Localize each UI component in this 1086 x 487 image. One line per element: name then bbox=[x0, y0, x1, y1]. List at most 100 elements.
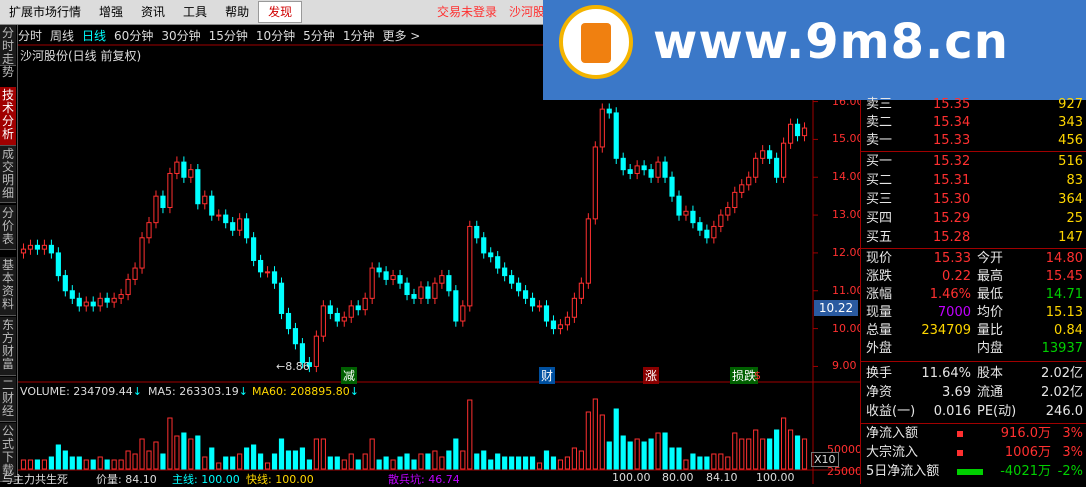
menu-item-help[interactable]: 帮助 bbox=[216, 0, 258, 24]
buy-3-row[interactable]: 买三 15.30 364 bbox=[861, 191, 1086, 209]
volume-bar bbox=[160, 453, 166, 470]
price-axis-label: 12.00 bbox=[832, 245, 864, 259]
volume-bar bbox=[97, 456, 103, 470]
side-tab-price-table[interactable]: 分价表 bbox=[0, 205, 16, 250]
period-5min[interactable]: 5分钟 bbox=[303, 27, 335, 44]
marker-finance[interactable]: 财 bbox=[539, 367, 556, 384]
period-weekly[interactable]: 周线 bbox=[50, 27, 74, 44]
candle bbox=[41, 244, 47, 250]
fund-row-turnover: 换手 11.64% 股本 2.02亿 bbox=[866, 366, 1083, 381]
sell-2-row[interactable]: 卖二 15.34 343 bbox=[861, 114, 1086, 132]
candle bbox=[355, 305, 361, 311]
candle bbox=[746, 176, 752, 186]
side-tab-eastmoney[interactable]: 东方财富 bbox=[0, 317, 16, 376]
marker-rise[interactable]: 涨 bbox=[643, 367, 660, 384]
period-60min[interactable]: 60分钟 bbox=[114, 27, 153, 44]
volume-bar bbox=[271, 453, 278, 470]
marker-reduce[interactable]: 减 bbox=[341, 367, 358, 384]
volume-bar bbox=[725, 456, 731, 470]
candle bbox=[446, 275, 452, 292]
sell-3-row[interactable]: 卖三 15.35 927 bbox=[861, 96, 1086, 114]
candle bbox=[509, 275, 515, 284]
volume-bar bbox=[613, 408, 619, 470]
candle bbox=[697, 222, 703, 231]
volume-bar bbox=[794, 435, 801, 470]
candle bbox=[453, 290, 459, 322]
candle bbox=[292, 328, 299, 345]
candle bbox=[376, 267, 382, 273]
volume-bar bbox=[348, 453, 354, 470]
candle bbox=[787, 123, 794, 144]
menu-item-extended-market[interactable]: 扩展市场行情 bbox=[0, 0, 90, 24]
candle bbox=[55, 252, 61, 277]
period-30min[interactable]: 30分钟 bbox=[161, 27, 200, 44]
candle bbox=[411, 294, 417, 299]
candle bbox=[536, 305, 543, 308]
flow-row-5day: 5日净流入额 -4021万 -2% bbox=[866, 464, 1083, 479]
menu-item-news[interactable]: 资讯 bbox=[132, 0, 174, 24]
candle bbox=[460, 305, 466, 322]
buy-4-row[interactable]: 买四 15.29 25 bbox=[861, 210, 1086, 228]
volume-bar bbox=[27, 459, 34, 470]
side-tab-intraday[interactable]: 分时走势 bbox=[0, 25, 16, 79]
volume-bar bbox=[111, 459, 117, 470]
buy-1-row[interactable]: 买一 15.32 516 bbox=[861, 153, 1086, 171]
volume-bar bbox=[251, 444, 257, 470]
candle bbox=[285, 312, 292, 330]
volume-bar bbox=[327, 456, 333, 470]
volume-bar bbox=[139, 438, 145, 470]
volume-bar bbox=[592, 398, 598, 470]
side-tab-technical[interactable]: 技术分析 bbox=[0, 87, 16, 146]
indicator-main: 主线: 100.00 bbox=[172, 473, 240, 486]
volume-bar bbox=[599, 414, 605, 470]
candle bbox=[118, 294, 124, 299]
kline-chart[interactable] bbox=[18, 44, 860, 484]
volume-bar bbox=[495, 453, 501, 470]
volume-bar bbox=[739, 438, 745, 470]
volume-bar bbox=[634, 438, 640, 470]
candle bbox=[209, 195, 215, 216]
volume-bar bbox=[774, 429, 780, 470]
volume-bar bbox=[411, 459, 417, 470]
indicator-price: 价量: 84.10 bbox=[96, 473, 157, 486]
volume-bar bbox=[690, 453, 696, 470]
candle bbox=[529, 297, 536, 307]
menu-item-discover[interactable]: 发现 bbox=[258, 1, 303, 23]
menu-item-enhance[interactable]: 增强 bbox=[90, 0, 132, 24]
volume-bar bbox=[683, 459, 689, 470]
marker-dollar[interactable]: $ bbox=[754, 369, 761, 382]
volume-bar bbox=[376, 459, 382, 470]
volume-bar bbox=[48, 456, 54, 470]
candle bbox=[251, 237, 257, 261]
side-tab-trades[interactable]: 成交明细 bbox=[0, 146, 16, 203]
candle bbox=[278, 282, 285, 314]
candle bbox=[599, 108, 605, 148]
candle bbox=[244, 218, 250, 239]
period-10min[interactable]: 10分钟 bbox=[256, 27, 295, 44]
candle bbox=[20, 248, 27, 254]
indicator-tail-1: 100.00 bbox=[612, 471, 651, 484]
side-tab-finance[interactable]: 二财经 bbox=[0, 377, 16, 422]
period-more[interactable]: 更多 > bbox=[382, 27, 420, 44]
volume-bar bbox=[20, 459, 27, 470]
period-daily[interactable]: 日线 bbox=[82, 27, 106, 44]
candle bbox=[383, 271, 389, 280]
period-15min[interactable]: 15分钟 bbox=[209, 27, 248, 44]
volume-bar bbox=[509, 456, 515, 470]
candle bbox=[216, 214, 222, 217]
volume-value: VOLUME: 234709.44↓ bbox=[20, 385, 142, 398]
buy-5-row[interactable]: 买五 15.28 147 bbox=[861, 229, 1086, 247]
buy-2-row[interactable]: 买二 15.31 83 bbox=[861, 172, 1086, 190]
candle bbox=[327, 305, 333, 314]
period-intraday[interactable]: 分时 bbox=[18, 27, 42, 44]
candle bbox=[781, 142, 787, 178]
volume-bar bbox=[801, 438, 808, 470]
sell-1-row[interactable]: 卖一 15.33 456 bbox=[861, 132, 1086, 150]
volume-bar bbox=[34, 459, 41, 470]
volume-bar bbox=[425, 453, 431, 470]
period-1min[interactable]: 1分钟 bbox=[343, 27, 375, 44]
side-tab-basic-info[interactable]: 基本资料 bbox=[0, 257, 16, 316]
menu-item-tools[interactable]: 工具 bbox=[174, 0, 216, 24]
volume-bar bbox=[132, 453, 138, 470]
trade-login-status[interactable]: 交易未登录 bbox=[437, 0, 497, 24]
